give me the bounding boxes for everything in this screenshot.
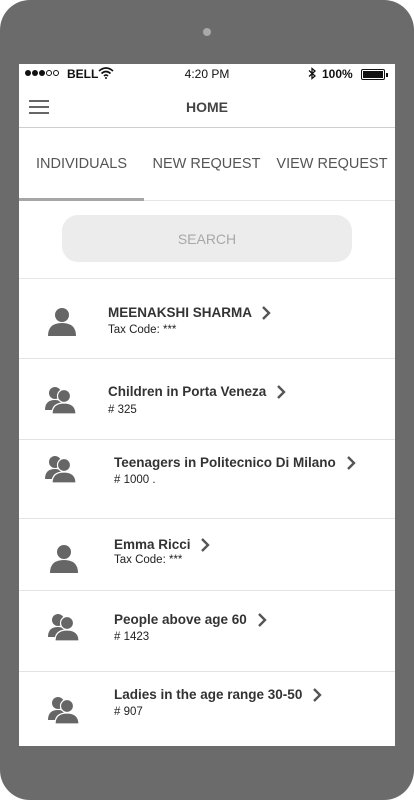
battery-percent: 100%: [322, 67, 353, 81]
list-item-title: Ladies in the age range 30-50: [114, 687, 303, 702]
chevron-right-icon: [313, 688, 322, 703]
list-item-title: MEENAKSHI SHARMA: [108, 305, 252, 320]
status-bar: BELL 4:20 PM 100%: [19, 64, 395, 84]
tab-new-request[interactable]: NEW REQUEST: [144, 156, 269, 172]
nav-bar: HOME: [19, 84, 395, 128]
group-icon: [44, 453, 78, 488]
list-item-title: Teenagers in Politecnico Di Milano: [114, 455, 336, 470]
list-item[interactable]: MEENAKSHI SHARMA Tax Code: ***: [19, 279, 395, 359]
list-item[interactable]: Ladies in the age range 30-50 # 907: [19, 672, 395, 746]
person-icon: [48, 543, 80, 578]
search-section: [19, 201, 395, 279]
list-item-subtitle: # 907: [114, 706, 143, 718]
group-icon: [47, 694, 81, 729]
list-item-subtitle: # 1000 .: [114, 474, 156, 486]
list-item-subtitle: # 1423: [114, 631, 150, 643]
list-item[interactable]: People above age 60 # 1423: [19, 591, 395, 672]
app-screen: BELL 4:20 PM 100% HOME INDIVIDUALS NEW R…: [19, 64, 395, 746]
list-item-title: Children in Porta Veneza: [108, 384, 267, 399]
group-icon: [44, 384, 78, 419]
chevron-right-icon: [346, 456, 356, 471]
list-item[interactable]: Emma Ricci Tax Code: ***: [19, 519, 395, 591]
tab-view-request[interactable]: VIEW REQUEST: [269, 156, 395, 172]
page-title: HOME: [186, 99, 228, 115]
search-input[interactable]: [62, 215, 352, 262]
chevron-right-icon: [201, 538, 211, 553]
tab-bar: INDIVIDUALS NEW REQUEST VIEW REQUEST: [19, 128, 395, 201]
bluetooth-icon: [308, 67, 317, 83]
chevron-right-icon: [257, 613, 267, 628]
list-item[interactable]: Children in Porta Veneza # 325: [19, 359, 395, 440]
chevron-right-icon: [262, 306, 271, 321]
group-icon: [47, 611, 81, 646]
person-icon: [46, 306, 78, 341]
tab-individuals[interactable]: INDIVIDUALS: [19, 156, 144, 172]
list-item-title: Emma Ricci: [114, 537, 191, 552]
phone-frame: BELL 4:20 PM 100% HOME INDIVIDUALS NEW R…: [0, 0, 414, 800]
list-item[interactable]: Teenagers in Politecnico Di Milano # 100…: [19, 440, 395, 519]
list-item-subtitle: # 325: [108, 404, 137, 416]
list-item-title: People above age 60: [114, 612, 247, 627]
chevron-right-icon: [277, 385, 286, 400]
camera-icon: [203, 28, 211, 36]
list-item-subtitle: Tax Code: ***: [108, 324, 177, 336]
list-item-subtitle: Tax Code: ***: [114, 554, 183, 566]
battery-icon: [361, 69, 388, 80]
